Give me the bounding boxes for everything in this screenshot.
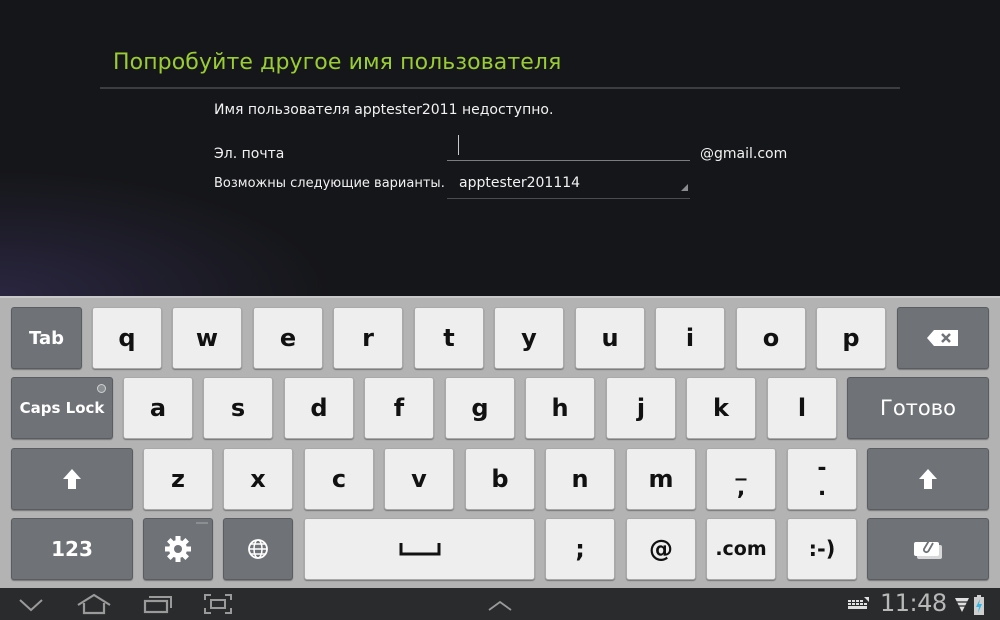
- title-divider: [100, 87, 900, 89]
- key-e[interactable]: e: [253, 307, 323, 369]
- key-w[interactable]: w: [172, 307, 242, 369]
- backspace-icon: [927, 330, 958, 346]
- space-bar-icon: [399, 543, 440, 556]
- key-x[interactable]: x: [223, 448, 293, 510]
- key-dotcom[interactable]: .com: [706, 518, 776, 580]
- key-f[interactable]: f: [364, 377, 434, 439]
- recent-apps-icon[interactable]: [143, 594, 173, 614]
- home-icon[interactable]: [76, 593, 112, 615]
- key-smiley[interactable]: :-): [787, 518, 857, 580]
- key-y[interactable]: y: [494, 307, 564, 369]
- key-g[interactable]: g: [445, 377, 515, 439]
- key-semicolon[interactable]: ;: [545, 518, 615, 580]
- keyboard-icon: [848, 597, 869, 609]
- up-chevron-icon[interactable]: [487, 600, 513, 612]
- system-navigation-bar: [0, 588, 1000, 620]
- clipboard-icon: [914, 538, 942, 559]
- key-r[interactable]: r: [333, 307, 403, 369]
- status-clock: 11:48: [880, 589, 947, 617]
- key-m[interactable]: m: [626, 448, 696, 510]
- suggestions-label: Возможны следующие варианты.: [214, 176, 445, 191]
- email-domain-suffix: @gmail.com: [700, 146, 788, 162]
- key-shift-left[interactable]: [11, 448, 133, 510]
- battery-icon: [974, 595, 984, 615]
- key-i[interactable]: i: [655, 307, 725, 369]
- setup-screen: Попробуйте другое имя пользователя Имя п…: [0, 0, 1000, 296]
- key-shift-right[interactable]: [867, 448, 989, 510]
- gear-icon: [165, 536, 191, 562]
- wifi-icon: [955, 598, 969, 612]
- caps-lock-indicator: [97, 384, 106, 393]
- key-p[interactable]: p: [816, 307, 886, 369]
- key-d[interactable]: d: [284, 377, 354, 439]
- key-done[interactable]: Готово: [847, 377, 989, 439]
- back-chevron-down-icon[interactable]: [18, 598, 44, 612]
- key-k[interactable]: k: [686, 377, 756, 439]
- key-at[interactable]: @: [626, 518, 696, 580]
- shift-arrow-icon: [63, 469, 81, 489]
- key-s[interactable]: s: [203, 377, 273, 439]
- key-period[interactable]: - .: [787, 448, 857, 510]
- key-a[interactable]: a: [123, 377, 193, 439]
- key-backspace[interactable]: [897, 307, 989, 369]
- shift-arrow-icon: [919, 469, 937, 489]
- key-caps-lock[interactable]: Caps Lock: [11, 377, 113, 439]
- key-clipboard[interactable]: [867, 518, 989, 580]
- long-press-indicator: [196, 522, 208, 524]
- key-o[interactable]: o: [736, 307, 806, 369]
- key-h[interactable]: h: [525, 377, 595, 439]
- key-space[interactable]: [304, 518, 535, 580]
- key-tab[interactable]: Tab: [11, 307, 82, 369]
- page-title: Попробуйте другое имя пользователя: [113, 50, 562, 75]
- period-key-main: .: [817, 476, 827, 501]
- key-z[interactable]: z: [143, 448, 213, 510]
- key-numbers[interactable]: 123: [11, 518, 133, 580]
- dropdown-arrow-icon: [681, 184, 688, 191]
- key-c[interactable]: c: [304, 448, 374, 510]
- key-n[interactable]: n: [545, 448, 615, 510]
- suggestions-selected-value: apptester201114: [459, 175, 581, 191]
- suggestions-dropdown[interactable]: apptester201114: [447, 170, 690, 199]
- email-label: Эл. почта: [214, 146, 285, 162]
- key-j[interactable]: j: [606, 377, 676, 439]
- email-field[interactable]: [447, 130, 690, 161]
- on-screen-keyboard: Tab q w e r t y u i o p Caps Lock a s d …: [0, 296, 1000, 588]
- screenshot-icon[interactable]: [203, 593, 233, 615]
- globe-icon: [248, 539, 268, 559]
- key-u[interactable]: u: [575, 307, 645, 369]
- caps-lock-label: Caps Lock: [19, 399, 105, 417]
- comma-key-main: ,: [736, 476, 746, 501]
- key-language[interactable]: [223, 518, 293, 580]
- key-l[interactable]: l: [767, 377, 837, 439]
- key-settings[interactable]: [143, 518, 213, 580]
- key-t[interactable]: t: [414, 307, 484, 369]
- text-cursor: [458, 135, 459, 155]
- key-q[interactable]: q: [92, 307, 162, 369]
- key-b[interactable]: b: [465, 448, 535, 510]
- unavailable-message: Имя пользователя apptester2011 недоступн…: [214, 102, 554, 118]
- key-v[interactable]: v: [384, 448, 454, 510]
- key-comma[interactable]: _ ,: [706, 448, 776, 510]
